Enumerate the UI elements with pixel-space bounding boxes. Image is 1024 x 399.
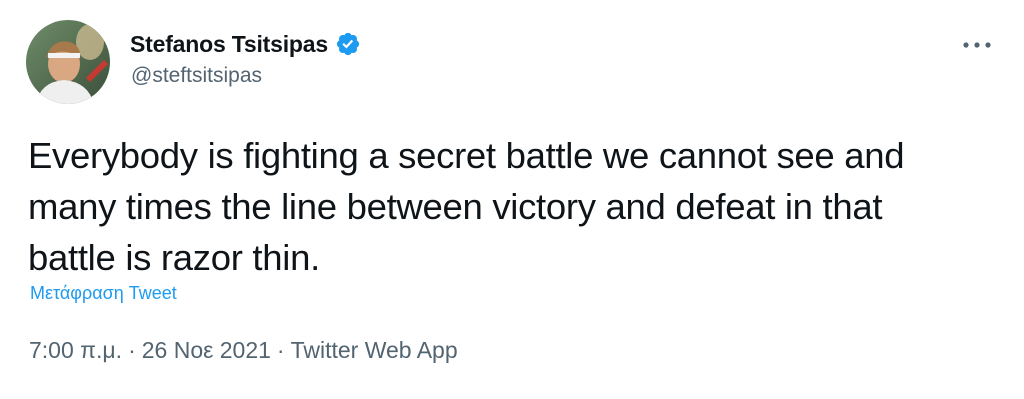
tweet-date[interactable]: 26 Νοε 2021 xyxy=(142,337,271,364)
author-handle[interactable]: @steftsitsipas xyxy=(131,64,262,88)
author-name-row: Stefanos Tsitsipas xyxy=(130,28,361,60)
avatar-image xyxy=(26,20,110,104)
more-options-button[interactable] xyxy=(957,30,997,60)
avatar[interactable] xyxy=(26,20,110,104)
tweet-time[interactable]: 7:00 π.μ. xyxy=(29,337,122,364)
tweet-card: Stefanos Tsitsipas @steftsitsipas Everyb… xyxy=(0,0,1024,399)
separator-dot: · xyxy=(276,337,285,363)
verified-badge-icon xyxy=(335,31,361,57)
translate-tweet-link[interactable]: Μετάφραση Tweet xyxy=(30,283,177,304)
author-display-name[interactable]: Stefanos Tsitsipas xyxy=(130,31,328,58)
tweet-metadata: 7:00 π.μ. · 26 Νοε 2021 · Twitter Web Ap… xyxy=(29,337,458,364)
more-horizontal-icon xyxy=(963,42,991,48)
tweet-source[interactable]: Twitter Web App xyxy=(291,337,458,364)
tweet-text: Everybody is fighting a secret battle we… xyxy=(28,135,905,278)
separator-dot: · xyxy=(128,337,136,363)
